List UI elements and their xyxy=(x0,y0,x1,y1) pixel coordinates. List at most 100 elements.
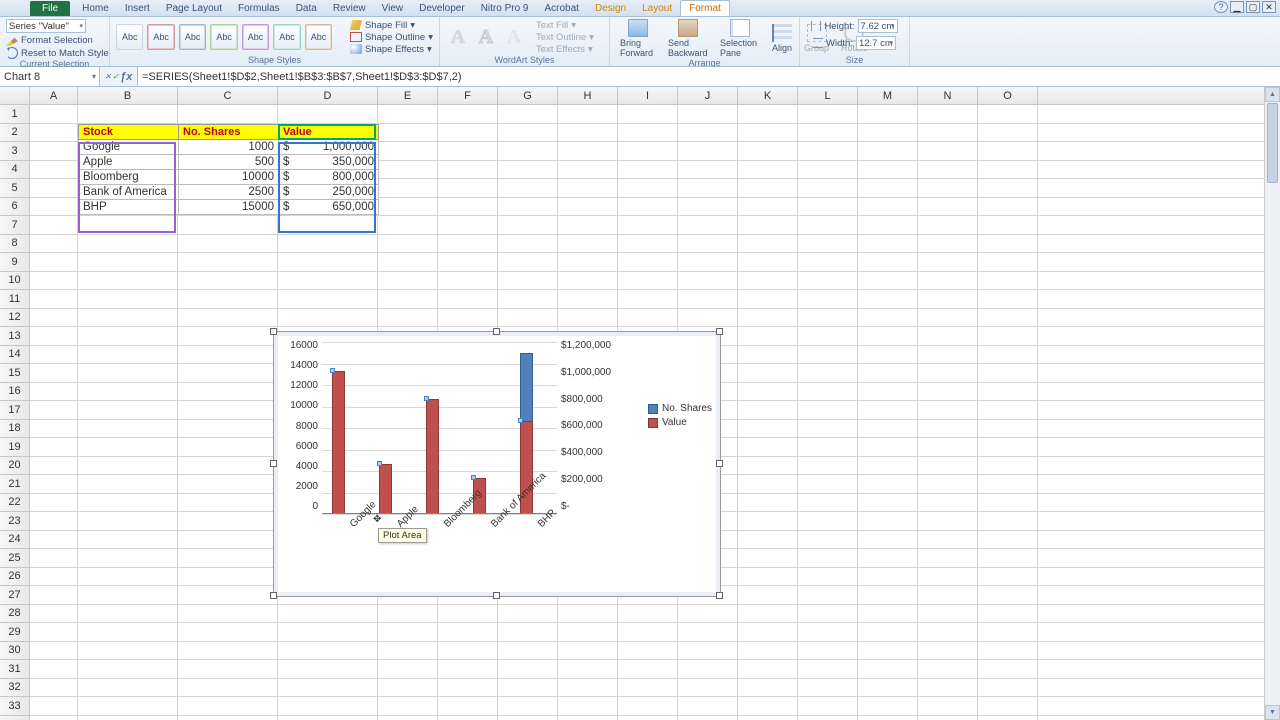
resize-handle[interactable] xyxy=(716,592,723,599)
col-header-N[interactable]: N xyxy=(918,87,978,104)
row-header-20[interactable]: 20 xyxy=(0,457,29,476)
select-all-corner[interactable] xyxy=(0,87,30,104)
cell-shares[interactable]: 10000 xyxy=(179,169,279,184)
tab-review[interactable]: Review xyxy=(325,1,374,16)
cell-shares[interactable]: 15000 xyxy=(179,199,279,214)
shape-style-4[interactable]: Abc xyxy=(210,24,237,50)
row-header-30[interactable]: 30 xyxy=(0,642,29,661)
bar-value[interactable] xyxy=(426,399,439,514)
cell-value[interactable]: 650,000 xyxy=(279,199,379,214)
row-header-29[interactable]: 29 xyxy=(0,623,29,642)
wordart-style-3[interactable]: A xyxy=(502,23,526,51)
col-header-E[interactable]: E xyxy=(378,87,438,104)
tab-developer[interactable]: Developer xyxy=(411,1,473,16)
scroll-thumb[interactable] xyxy=(1267,103,1278,183)
name-box[interactable]: Chart 8 xyxy=(0,67,100,86)
cell-stock[interactable]: Google xyxy=(79,139,179,154)
tab-format[interactable]: Format xyxy=(680,0,730,16)
tab-page-layout[interactable]: Page Layout xyxy=(158,1,230,16)
row-header-6[interactable]: 6 xyxy=(0,198,29,217)
cell-value[interactable]: 800,000 xyxy=(279,169,379,184)
row-header-31[interactable]: 31 xyxy=(0,660,29,679)
fx-button[interactable]: ✕✓ ƒx xyxy=(100,67,138,86)
chart-legend[interactable]: No. Shares Value xyxy=(648,400,712,431)
wordart-style-2[interactable]: A xyxy=(474,23,498,51)
legend-item[interactable]: No. Shares xyxy=(648,403,712,414)
row-header-13[interactable]: 13 xyxy=(0,327,29,346)
row-header-7[interactable]: 7 xyxy=(0,216,29,235)
formula-input[interactable]: =SERIES(Sheet1!$D$2,Sheet1!$B$3:$B$7,She… xyxy=(138,67,1280,86)
row-header-18[interactable]: 18 xyxy=(0,420,29,439)
resize-handle[interactable] xyxy=(716,460,723,467)
row-header-26[interactable]: 26 xyxy=(0,568,29,587)
tab-formulas[interactable]: Formulas xyxy=(230,1,288,16)
reset-style-button[interactable]: Reset to Match Style xyxy=(6,47,109,59)
width-input[interactable]: 12.7 cm xyxy=(856,36,896,50)
legend-item[interactable]: Value xyxy=(648,417,712,428)
row-header-1[interactable]: 1 xyxy=(0,105,29,124)
row-header-27[interactable]: 27 xyxy=(0,586,29,605)
tab-layout[interactable]: Layout xyxy=(634,1,680,16)
cell-value[interactable]: 1,000,000 xyxy=(279,139,379,154)
col-header-I[interactable]: I xyxy=(618,87,678,104)
tab-home[interactable]: Home xyxy=(74,1,117,16)
row-header-15[interactable]: 15 xyxy=(0,364,29,383)
help-icon[interactable]: ? xyxy=(1214,1,1228,13)
shape-style-3[interactable]: Abc xyxy=(179,24,206,50)
cell-value[interactable]: 350,000 xyxy=(279,154,379,169)
close-icon[interactable]: ✕ xyxy=(1262,1,1276,13)
row-header-8[interactable]: 8 xyxy=(0,235,29,254)
align-button[interactable]: Align xyxy=(768,24,796,53)
row-header-17[interactable]: 17 xyxy=(0,401,29,420)
row-header-28[interactable]: 28 xyxy=(0,605,29,624)
tab-data[interactable]: Data xyxy=(288,1,325,16)
row-header-11[interactable]: 11 xyxy=(0,290,29,309)
row-header-9[interactable]: 9 xyxy=(0,253,29,272)
tab-insert[interactable]: Insert xyxy=(117,1,158,16)
bar-value[interactable] xyxy=(379,464,392,514)
col-header-M[interactable]: M xyxy=(858,87,918,104)
shape-outline-button[interactable]: Shape Outline ▾ xyxy=(350,32,433,43)
col-header-F[interactable]: F xyxy=(438,87,498,104)
col-header-O[interactable]: O xyxy=(978,87,1038,104)
row-header-10[interactable]: 10 xyxy=(0,272,29,291)
row-header-14[interactable]: 14 xyxy=(0,346,29,365)
tab-acrobat[interactable]: Acrobat xyxy=(537,1,587,16)
resize-handle[interactable] xyxy=(716,328,723,335)
row-header-33[interactable]: 33 xyxy=(0,697,29,716)
cells-area[interactable]: Stock No. Shares Value Google 1000 1,000… xyxy=(30,105,1280,720)
row-header-25[interactable]: 25 xyxy=(0,549,29,568)
tab-view[interactable]: View xyxy=(374,1,412,16)
col-header-G[interactable]: G xyxy=(498,87,558,104)
shape-style-1[interactable]: Abc xyxy=(116,24,143,50)
tab-design[interactable]: Design xyxy=(587,1,634,16)
row-header-23[interactable]: 23 xyxy=(0,512,29,531)
resize-handle[interactable] xyxy=(270,592,277,599)
cell-shares[interactable]: 500 xyxy=(179,154,279,169)
scroll-down-icon[interactable]: ▼ xyxy=(1265,705,1280,720)
row-header-19[interactable]: 19 xyxy=(0,438,29,457)
tab-nitro[interactable]: Nitro Pro 9 xyxy=(473,1,537,16)
resize-handle[interactable] xyxy=(270,460,277,467)
row-header-5[interactable]: 5 xyxy=(0,179,29,198)
col-header-J[interactable]: J xyxy=(678,87,738,104)
col-header-D[interactable]: D xyxy=(278,87,378,104)
row-header-21[interactable]: 21 xyxy=(0,475,29,494)
shape-style-6[interactable]: Abc xyxy=(273,24,300,50)
minimize-icon[interactable]: ▁ xyxy=(1230,1,1244,13)
scroll-up-icon[interactable]: ▲ xyxy=(1265,87,1280,102)
shape-effects-button[interactable]: Shape Effects ▾ xyxy=(350,44,433,55)
row-header-4[interactable]: 4 xyxy=(0,161,29,180)
cell-stock[interactable]: Bloomberg xyxy=(79,169,179,184)
resize-handle[interactable] xyxy=(270,328,277,335)
col-header-C[interactable]: C xyxy=(178,87,278,104)
bring-forward-button[interactable]: Bring Forward xyxy=(616,19,660,58)
shape-fill-button[interactable]: Shape Fill ▾ xyxy=(350,20,433,31)
tab-file[interactable]: File xyxy=(30,1,70,16)
shape-style-2[interactable]: Abc xyxy=(147,24,174,50)
row-header-12[interactable]: 12 xyxy=(0,309,29,328)
cell-stock[interactable]: Bank of America xyxy=(79,184,179,199)
col-header-L[interactable]: L xyxy=(798,87,858,104)
row-header-3[interactable]: 3 xyxy=(0,142,29,161)
format-selection-button[interactable]: Format Selection xyxy=(6,34,93,46)
